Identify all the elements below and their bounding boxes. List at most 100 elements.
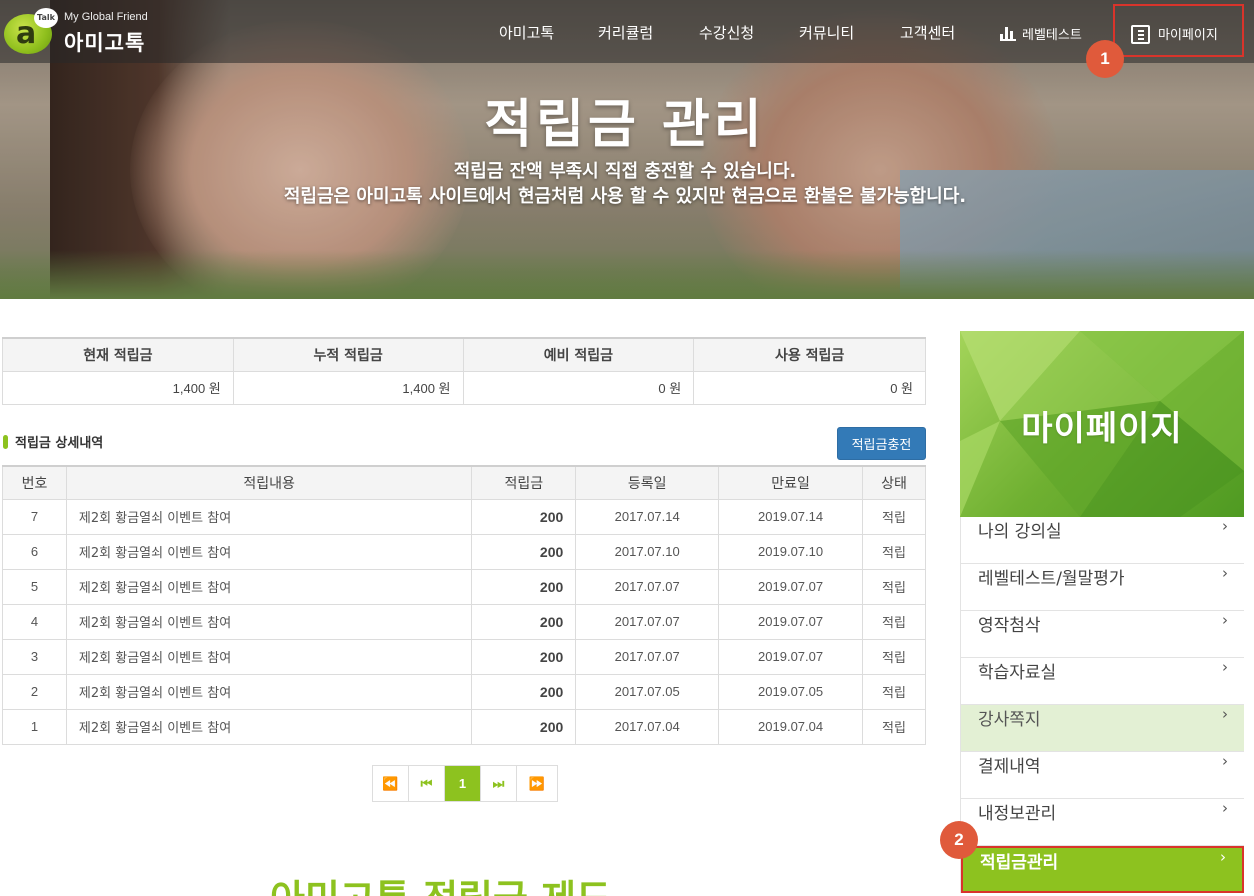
col-header-status: 상태 (862, 465, 926, 500)
chevron-right-icon: › (1222, 517, 1228, 535)
row-description: 제2회 황금열쇠 이벤트 참여 (65, 498, 473, 535)
nav-item-mypage[interactable]: 마이페이지 (1113, 4, 1244, 57)
nav-level-test-label: 레벨테스트 (1022, 28, 1082, 43)
summary-value-pending: 0 원 (462, 370, 695, 405)
summary-header-used: 사용 적립금 (693, 337, 926, 372)
summary-value-current: 1,400 원 (2, 370, 234, 405)
row-description: 제2회 황금열쇠 이벤트 참여 (65, 568, 473, 605)
row-description: 제2회 황금열쇠 이벤트 참여 (65, 708, 473, 745)
top-nav-bar: a Talk My Global Friend 아미고톡 아미고톡 커리큘럼 수… (0, 0, 1254, 63)
page-first-icon[interactable]: ⏪ (373, 766, 409, 801)
sidebar-item-label: 내정보관리 (978, 804, 1057, 824)
row-expiry-date: 2019.07.07 (718, 638, 864, 675)
table-row: 3 제2회 황금열쇠 이벤트 참여 200 2017.07.07 2019.07.07 적… (2, 638, 926, 675)
row-amount: 200 (471, 673, 577, 710)
logo-talk-bubble: Talk (34, 8, 58, 28)
sidebar-item-label: 강사쪽지 (978, 710, 1041, 730)
row-number: 1 (2, 708, 67, 745)
row-amount: 200 (471, 533, 577, 570)
row-status: 적립 (862, 533, 926, 570)
sidebar-menu: 나의 강의실 › 레벨테스트/월말평가 › 영작첨삭 › 학습자료실 › 강사쪽지 › 결제내역 › 내… (960, 517, 1244, 893)
page-title: 적립금 관리 (484, 95, 766, 155)
mypage-banner: 마이페이지 (960, 331, 1244, 517)
row-expiry-date: 2019.07.10 (718, 533, 864, 570)
points-summary-table: 현재 적립금 누적 적립금 예비 적립금 사용 적립금 1,400 원 1,40… (2, 337, 926, 405)
col-header-amount: 적립금 (471, 465, 577, 500)
sidebar-item-label: 학습자료실 (978, 663, 1057, 683)
row-amount: 200 (471, 498, 577, 535)
nav-item-community[interactable]: 커뮤니티 (799, 22, 854, 43)
charge-points-button[interactable]: 적립금충전 (837, 427, 926, 460)
row-expiry-date: 2019.07.07 (718, 568, 864, 605)
row-amount: 200 (471, 568, 577, 605)
page-next-icon[interactable]: ⏭ (481, 766, 517, 801)
nav-item-support[interactable]: 고객센터 (900, 22, 955, 43)
row-description: 제2회 황금열쇠 이벤트 참여 (65, 673, 473, 710)
row-number: 7 (2, 498, 67, 535)
summary-header-current: 현재 적립금 (2, 337, 234, 372)
nav-item-curriculum[interactable]: 커리큘럼 (598, 22, 653, 43)
section-title: 적립금 상세내역 (3, 432, 103, 451)
sidebar-item-4[interactable]: 학습자료실 › (961, 658, 1244, 705)
sidebar-item-5[interactable]: 강사쪽지 › (961, 705, 1244, 752)
row-number: 4 (2, 603, 67, 640)
nav-item-enroll[interactable]: 수강신청 (699, 22, 754, 43)
hero-description-1: 적립금 잔액 부족시 직접 충전할 수 있습니다. (453, 161, 797, 182)
mypage-banner-title: 마이페이지 (1021, 409, 1183, 449)
sidebar-item-label: 결제내역 (978, 757, 1041, 777)
col-header-description: 적립내용 (65, 465, 473, 500)
summary-header-pending: 예비 적립금 (462, 337, 695, 372)
chevron-right-icon: › (1222, 705, 1228, 723)
row-registered-date: 2017.07.10 (575, 533, 720, 570)
summary-value-used: 0 원 (693, 370, 926, 405)
logo-title[interactable]: 아미고톡 (64, 27, 145, 57)
hero-banner: a Talk My Global Friend 아미고톡 아미고톡 커리큘럼 수… (0, 0, 1254, 299)
chevron-right-icon: › (1220, 848, 1226, 866)
nav-item-amigotalk[interactable]: 아미고톡 (499, 22, 554, 43)
row-registered-date: 2017.07.07 (575, 568, 720, 605)
col-header-registered: 등록일 (575, 465, 720, 500)
table-row: 6 제2회 황금열쇠 이벤트 참여 200 2017.07.10 2019.07.10 적… (2, 533, 926, 570)
row-registered-date: 2017.07.07 (575, 638, 720, 675)
chevron-right-icon: › (1222, 611, 1228, 629)
bar-chart-icon (1000, 27, 1016, 41)
sidebar-item-2[interactable]: 레벨테스트/월말평가 › (961, 564, 1244, 611)
row-expiry-date: 2019.07.07 (718, 603, 864, 640)
chevron-right-icon: › (1222, 658, 1228, 676)
row-registered-date: 2017.07.07 (575, 603, 720, 640)
row-registered-date: 2017.07.04 (575, 708, 720, 745)
row-description: 제2회 황금열쇠 이벤트 참여 (65, 603, 473, 640)
row-number: 3 (2, 638, 67, 675)
sidebar-item-8[interactable]: 적립금관리 › (961, 846, 1244, 893)
table-row: 5 제2회 황금열쇠 이벤트 참여 200 2017.07.07 2019.07.07 적… (2, 568, 926, 605)
row-amount: 200 (471, 638, 577, 675)
nav-item-level-test[interactable]: 레벨테스트 (1000, 24, 1082, 43)
row-number: 6 (2, 533, 67, 570)
sidebar-item-3[interactable]: 영작첨삭 › (961, 611, 1244, 658)
sidebar-item-7[interactable]: 내정보관리 › (961, 799, 1244, 846)
logo-subtitle[interactable]: My Global Friend (64, 11, 148, 23)
sidebar-item-label: 나의 강의실 (978, 522, 1062, 542)
sidebar-item-label: 적립금관리 (980, 853, 1059, 873)
page-prev-icon[interactable]: ⏮ (409, 766, 445, 801)
row-registered-date: 2017.07.14 (575, 498, 720, 535)
sidebar-item-label: 레벨테스트/월말평가 (978, 569, 1125, 589)
page-last-icon[interactable]: ⏩ (517, 766, 557, 801)
logo-letter: a (16, 16, 37, 51)
page-number-current[interactable]: 1 (445, 766, 481, 801)
chevron-right-icon: › (1222, 564, 1228, 582)
step-marker-2: 2 (940, 821, 978, 859)
table-row: 1 제2회 황금열쇠 이벤트 참여 200 2017.07.04 2019.07.04 적… (2, 708, 926, 745)
table-row: 4 제2회 황금열쇠 이벤트 참여 200 2017.07.07 2019.07.07 적… (2, 603, 926, 640)
sidebar-item-1[interactable]: 나의 강의실 › (961, 517, 1244, 564)
row-description: 제2회 황금열쇠 이벤트 참여 (65, 638, 473, 675)
sidebar-item-label: 영작첨삭 (978, 616, 1041, 636)
row-expiry-date: 2019.07.04 (718, 708, 864, 745)
row-description: 제2회 황금열쇠 이벤트 참여 (65, 533, 473, 570)
row-status: 적립 (862, 568, 926, 605)
row-number: 2 (2, 673, 67, 710)
pagination: ⏪ ⏮ 1 ⏭ ⏩ (372, 765, 558, 802)
row-status: 적립 (862, 498, 926, 535)
sidebar-item-6[interactable]: 결제내역 › (961, 752, 1244, 799)
row-status: 적립 (862, 708, 926, 745)
